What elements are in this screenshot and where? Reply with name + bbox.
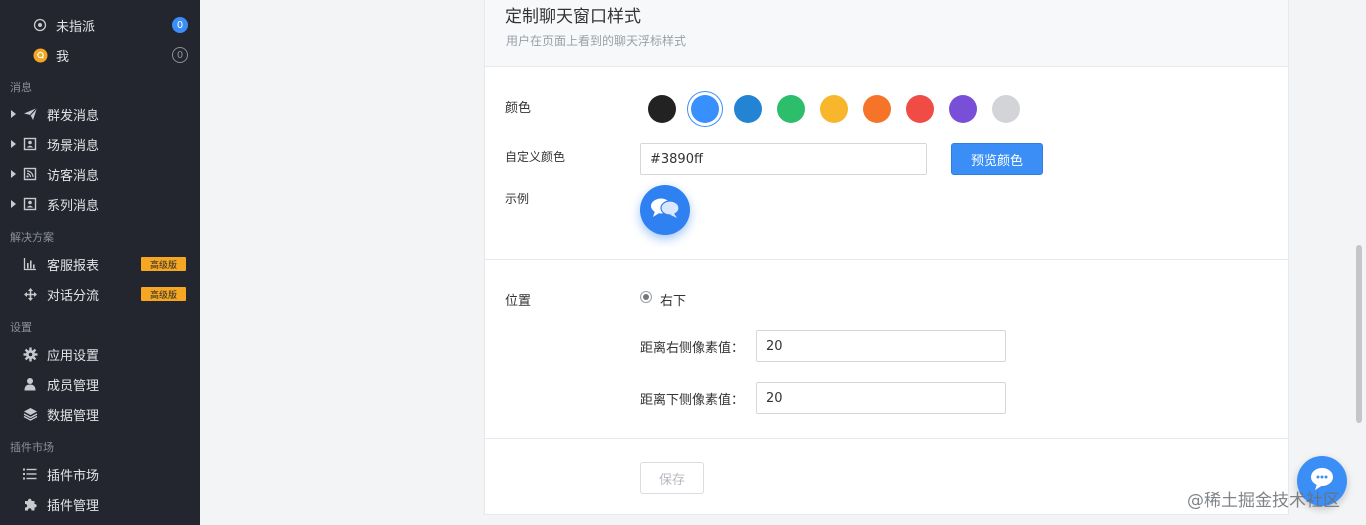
color-swatch-red[interactable]	[906, 95, 934, 123]
chat-style-card: 定制聊天窗口样式 用户在页面上看到的聊天浮标样式	[484, 0, 1289, 515]
pro-badge: 高级版	[141, 287, 186, 301]
section-solutions: 解决方案	[10, 231, 54, 244]
sidebar-item-label: 访客消息	[47, 168, 100, 184]
expand-arrow-icon[interactable]	[11, 200, 16, 208]
sidebar-item-label: 对话分流	[47, 288, 100, 304]
sidebar-item-app-settings[interactable]: 应用设置	[0, 339, 200, 369]
expand-arrow-icon[interactable]	[11, 110, 16, 118]
sidebar-item-members[interactable]: 成员管理	[0, 369, 200, 399]
sidebar-item-label: 场景消息	[47, 138, 100, 154]
layers-icon	[22, 406, 38, 422]
list-icon	[22, 466, 38, 482]
color-swatch-purple[interactable]	[949, 95, 977, 123]
color-swatch-orange[interactable]	[863, 95, 891, 123]
color-swatch-yellow[interactable]	[820, 95, 848, 123]
sidebar-item-visitor[interactable]: 访客消息	[0, 159, 200, 189]
sidebar-item-reports[interactable]: 客服报表 高级版	[0, 249, 200, 279]
sidebar-item-label: 系列消息	[47, 198, 100, 214]
send-icon	[22, 106, 38, 122]
sidebar-item-data[interactable]: 数据管理	[0, 399, 200, 429]
right-offset-input[interactable]: 20	[756, 330, 1006, 362]
color-swatch-blue-selected[interactable]	[691, 95, 719, 123]
split-arrows-icon	[22, 286, 38, 302]
custom-color-label: 自定义颜色	[505, 150, 566, 164]
color-swatch-darkblue[interactable]	[734, 95, 762, 123]
bar-chart-icon	[22, 256, 38, 272]
color-swatch-gray[interactable]	[992, 95, 1020, 123]
custom-color-input[interactable]: #3890ff	[640, 143, 927, 175]
sidebar-item-scene[interactable]: 场景消息	[0, 129, 200, 159]
divider	[485, 259, 1288, 260]
gear-icon	[22, 346, 38, 362]
chat-bubbles-icon	[649, 196, 681, 224]
position-option-label: 右下	[660, 294, 687, 309]
rss-icon	[22, 166, 38, 182]
sidebar-item-label: 插件市场	[47, 468, 100, 484]
sidebar-item-routing[interactable]: 对话分流 高级版	[0, 279, 200, 309]
divider	[485, 438, 1288, 439]
save-button[interactable]: 保存	[640, 462, 704, 494]
section-plugins: 插件市场	[10, 441, 54, 454]
pro-badge: 高级版	[141, 257, 186, 271]
bottom-offset-label: 距离下侧像素值：	[640, 393, 745, 408]
card-title: 定制聊天窗口样式	[505, 7, 641, 27]
user-icon	[22, 376, 38, 392]
sidebar-item-label: 插件管理	[47, 498, 100, 514]
puzzle-icon	[22, 496, 38, 512]
preview-color-button[interactable]: 预览颜色	[951, 143, 1043, 175]
sidebar-item-series[interactable]: 系列消息	[0, 189, 200, 219]
section-messages: 消息	[10, 81, 32, 94]
target-icon	[32, 17, 48, 33]
sidebar-item-unassigned[interactable]: 未指派 0	[0, 10, 200, 40]
watermark: @稀土掘金技术社区	[1187, 491, 1340, 511]
right-offset-label: 距离右侧像素值：	[640, 341, 745, 356]
count-badge: 0	[172, 17, 188, 33]
expand-arrow-icon[interactable]	[11, 140, 16, 148]
sidebar-item-label: 未指派	[56, 19, 96, 35]
bottom-offset-input[interactable]: 20	[756, 382, 1006, 414]
contact-card-icon	[22, 136, 38, 152]
sidebar-item-label: 客服报表	[47, 258, 100, 274]
example-label: 示例	[505, 192, 530, 206]
color-swatch-black[interactable]	[648, 95, 676, 123]
card-subtitle: 用户在页面上看到的聊天浮标样式	[506, 34, 687, 48]
chat-bubble-preview	[640, 185, 690, 235]
sidebar-item-label: 成员管理	[47, 378, 100, 394]
color-swatch-green[interactable]	[777, 95, 805, 123]
scrollbar[interactable]	[1356, 245, 1362, 423]
sidebar-item-broadcast[interactable]: 群发消息	[0, 99, 200, 129]
expand-arrow-icon[interactable]	[11, 170, 16, 178]
count-badge: 0	[172, 47, 188, 63]
sidebar-item-plugin-manage[interactable]: 插件管理	[0, 489, 200, 519]
color-label: 颜色	[505, 101, 532, 116]
sidebar-item-plugin-market[interactable]: 插件市场	[0, 459, 200, 489]
sidebar-item-label: 数据管理	[47, 408, 100, 424]
sidebar: 未指派 0 我 0 消息 群发消息 场景消息 访客消息 系列消息 解决方案 客服…	[0, 0, 200, 525]
position-radio-bottom-right[interactable]	[640, 291, 652, 303]
position-label: 位置	[505, 294, 532, 309]
sidebar-item-label: 群发消息	[47, 108, 100, 124]
card-header: 定制聊天窗口样式 用户在页面上看到的聊天浮标样式	[485, 0, 1288, 67]
sidebar-item-label: 应用设置	[47, 348, 100, 364]
sidebar-item-me[interactable]: 我 0	[0, 40, 200, 70]
contact-card-icon	[22, 196, 38, 212]
sidebar-item-label: 我	[56, 49, 70, 65]
section-settings: 设置	[10, 321, 32, 334]
avatar-icon	[32, 47, 48, 63]
